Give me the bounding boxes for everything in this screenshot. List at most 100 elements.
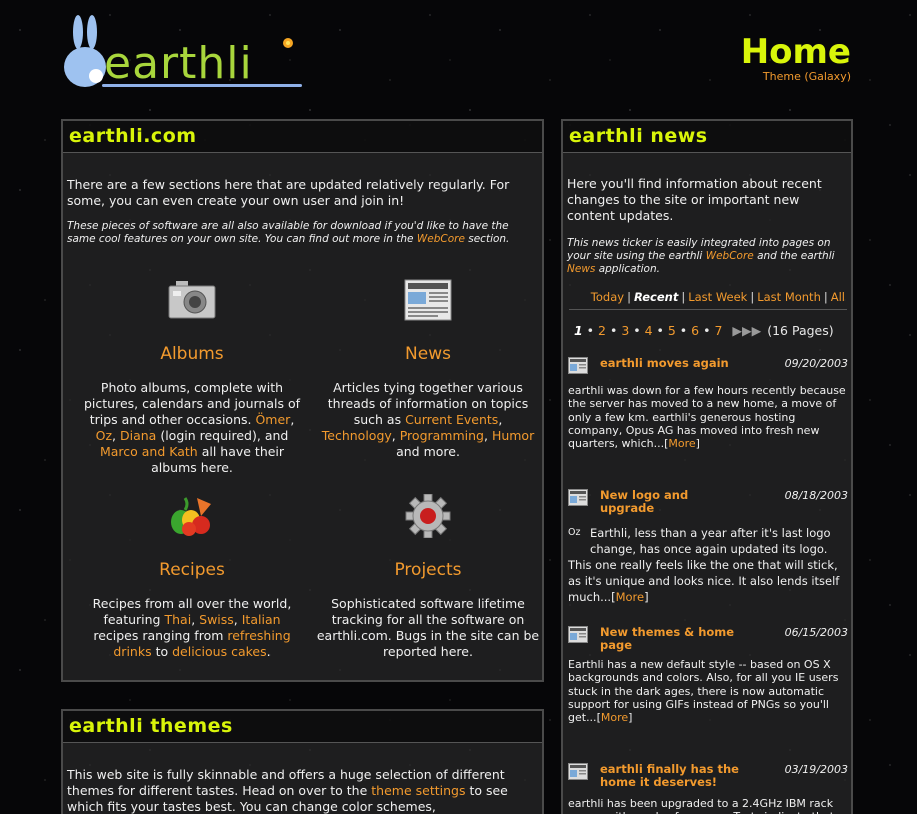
webcore-link[interactable]: WebCore [417,233,465,245]
recipes-link-cakes[interactable]: delicious cakes [172,644,267,659]
main-intro: There are a few sections here that are u… [67,177,510,208]
logo-underline [102,84,302,87]
news-item-title[interactable]: earthli moves again [600,357,745,370]
recipes-section: Recipes Recipes from all over the world,… [79,494,305,660]
news-article-icon [568,763,588,780]
filter-all[interactable]: All [831,290,845,304]
projects-section: Projects Sophisticated software lifetime… [315,493,541,660]
camera-icon[interactable] [167,278,217,322]
themes-panel-title: earthli themes [63,711,542,743]
page-link[interactable]: 4 [645,323,653,338]
albums-desc: Photo albums, complete with pictures, ca… [79,380,305,476]
recipes-desc-text: . [266,644,271,659]
news-sep: , [483,428,492,443]
recipes-desc-text: to [151,644,173,659]
news-item: earthli moves again 09/20/2003 earthli w… [568,357,848,450]
recipes-link-italian[interactable]: Italian [242,612,281,627]
albums-sep: , [290,412,295,427]
news-item-body: earthli was down for a few hours recentl… [568,384,846,451]
albums-sep: , [112,428,120,443]
news-item-body: Earthli has a new default style -- based… [568,658,839,725]
news-item-title[interactable]: New themes & home page [600,626,745,652]
news-webcore-link[interactable]: WebCore [706,250,754,262]
page-heading: Home Theme (Galaxy) [741,34,851,83]
more-link[interactable]: More [616,590,645,604]
news-panel: earthli news Here you'll find informatio… [561,119,853,814]
news-item-title[interactable]: earthli finally has the home it deserves… [600,763,745,789]
page-link[interactable]: 2 [598,323,606,338]
news-desc: Articles tying together various threads … [315,380,541,460]
album-link-marco-kath[interactable]: Marco and Kath [100,444,198,459]
news-sep: , [498,412,503,427]
page-link[interactable]: 5 [668,323,676,338]
more-link[interactable]: More [668,437,695,450]
time-filter-bar: Today | Recent | Last Week | Last Month | All [590,290,845,304]
earthli-logo[interactable]: earthli [62,12,307,90]
news-note-text: application. [595,263,660,275]
news-link-current-events[interactable]: Current Events [405,412,498,427]
news-article-icon [568,626,588,643]
recipes-link[interactable]: Recipes [79,560,305,580]
last-page-icon[interactable]: ▶▶ [742,323,761,338]
vegetables-icon[interactable] [167,494,217,538]
news-sep: , [391,428,400,443]
album-link-omer[interactable]: Ömer [255,412,290,427]
news-item-date: 08/18/2003 [784,489,848,502]
recipes-sep: , [233,612,242,627]
pagination: 1 • 2 • 3 • 4 • 5 • 6 • 7 ▶▶▶ (16 Pages) [574,323,834,338]
recipes-link-swiss[interactable]: Swiss [199,612,234,627]
page-link[interactable]: 7 [714,323,722,338]
author-avatar-icon: Oz [568,527,581,538]
news-item-date: 06/15/2003 [784,626,848,639]
page-link[interactable]: 6 [691,323,699,338]
filter-recent[interactable]: Recent [634,290,678,304]
filter-last-week[interactable]: Last Week [688,290,747,304]
recipes-desc-text: recipes ranging from [93,628,228,643]
news-article-icon [568,489,588,506]
news-note-text: and the earthli [753,250,835,262]
themes-panel: earthli themes This web site is fully sk… [61,709,544,814]
page-link[interactable]: 3 [621,323,629,338]
projects-link[interactable]: Projects [315,560,541,580]
theme-settings-link[interactable]: theme settings [371,783,465,798]
recipes-sep: , [191,612,200,627]
newspaper-icon[interactable] [403,278,453,322]
filter-last-month[interactable]: Last Month [757,290,821,304]
next-page-icon[interactable]: ▶ [732,323,742,338]
albums-section: Albums Photo albums, complete with pictu… [79,278,305,476]
filter-today[interactable]: Today [591,290,624,304]
news-link-technology[interactable]: Technology [322,428,392,443]
albums-link[interactable]: Albums [79,344,305,364]
projects-desc: Sophisticated software lifetime tracking… [316,596,540,659]
filter-divider [569,309,847,310]
themes-text: This web site is fully skinnable and off… [67,767,537,814]
news-item-text: earthli was down for a few hours recentl… [568,384,846,451]
news-note: This news ticker is easily integrated in… [567,237,847,276]
news-item: New themes & home page 06/15/2003 Earthl… [568,626,848,724]
news-desc-text: and more. [396,444,460,459]
news-app-link[interactable]: News [567,263,595,275]
news-item-text: Earthli, less than a year after it's las… [590,526,831,556]
news-item-date: 03/19/2003 [784,763,848,776]
logo-text: earthli [104,38,253,89]
main-panel: earthli.com There are a few sections her… [61,119,544,682]
recipes-link-thai[interactable]: Thai [164,612,191,627]
main-note-suffix: section. [464,233,510,245]
more-link[interactable]: More [601,711,628,724]
album-link-oz[interactable]: Oz [96,428,112,443]
albums-desc-text: (login required), and [156,428,289,443]
page-current: 1 [574,323,583,338]
news-item-title[interactable]: New logo and upgrade [600,489,745,515]
news-item-body: Oz Earthli, less than a year after it's … [568,525,848,605]
page-title: Home [740,32,851,72]
news-item: earthli finally has the home it deserves… [568,763,848,814]
news-item-date: 09/20/2003 [784,357,848,370]
news-panel-title: earthli news [563,121,851,153]
news-link[interactable]: News [315,344,541,364]
gear-icon[interactable] [403,493,453,539]
news-link-humor[interactable]: Humor [492,428,534,443]
news-link-programming[interactable]: Programming [400,428,484,443]
news-item-body: earthli has been upgraded to a 2.4GHz IB… [568,797,848,814]
album-link-diana[interactable]: Diana [120,428,156,443]
main-note: These pieces of software are all also av… [67,220,537,246]
